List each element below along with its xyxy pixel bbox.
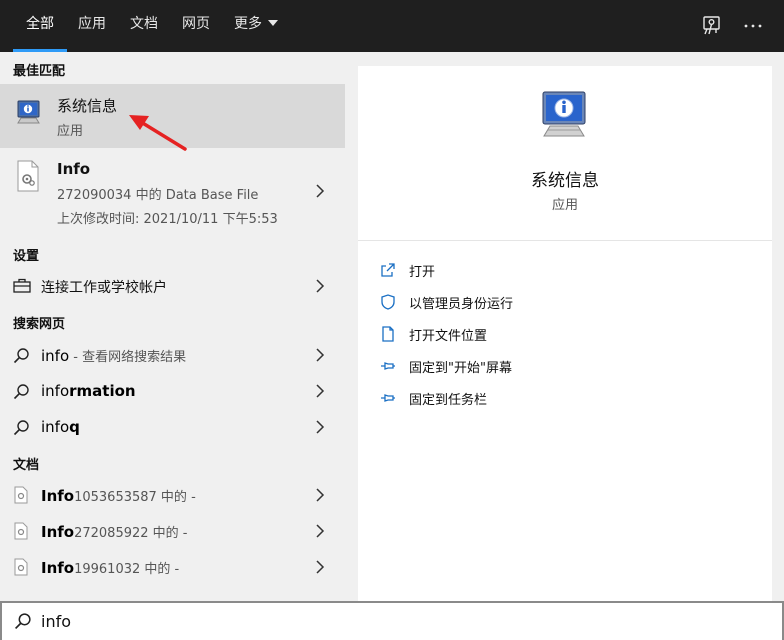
action-pin-to-start[interactable]: 固定到"开始"屏幕 xyxy=(380,356,540,376)
search-icon xyxy=(14,613,31,630)
settings-item[interactable]: 连接工作或学校帐户 xyxy=(0,270,345,302)
web-query: info xyxy=(41,382,70,400)
web-item[interactable]: infoq xyxy=(0,410,345,444)
chevron-right-icon[interactable] xyxy=(315,523,325,539)
file-gear-icon xyxy=(14,522,28,540)
chevron-right-icon[interactable] xyxy=(315,559,325,575)
action-label: 打开文件位置 xyxy=(409,329,488,344)
chevron-right-icon[interactable] xyxy=(315,183,325,199)
pin-icon xyxy=(381,394,395,402)
section-web: 搜索网页 xyxy=(13,317,66,332)
file-gear-icon xyxy=(14,558,28,576)
system-info-icon xyxy=(15,98,43,126)
result-modified: 上次修改时间: 2021/10/11 下午5:53 xyxy=(57,212,278,227)
more-options-icon[interactable] xyxy=(741,14,765,38)
divider xyxy=(358,240,772,241)
open-icon xyxy=(381,263,395,277)
detail-subtitle: 应用 xyxy=(551,198,578,213)
tab-all[interactable]: 全部 xyxy=(13,0,67,52)
search-icon xyxy=(13,384,29,400)
chevron-down-icon xyxy=(268,20,278,26)
tab-more[interactable]: 更多 xyxy=(234,0,278,52)
shield-icon xyxy=(381,294,395,310)
doc-item[interactable]: Info19961032 中的 - xyxy=(0,550,345,584)
top-bar: 全部 应用 文档 网页 更多 xyxy=(0,0,784,52)
result-title: 系统信息 xyxy=(57,97,118,115)
file-gear-icon xyxy=(14,486,28,504)
file-gear-icon xyxy=(15,160,41,192)
file-location-icon xyxy=(382,326,394,342)
web-item[interactable]: info - 查看网络搜索结果 xyxy=(0,338,345,372)
tab-apps[interactable]: 应用 xyxy=(78,0,106,52)
section-best-match: 最佳匹配 xyxy=(13,64,66,79)
result-type: 应用 xyxy=(57,124,84,139)
action-label: 打开 xyxy=(409,265,436,280)
doc-name: Info xyxy=(41,487,75,505)
chevron-right-icon[interactable] xyxy=(315,347,325,363)
action-run-as-admin[interactable]: 以管理员身份运行 xyxy=(380,292,540,312)
action-label: 固定到"开始"屏幕 xyxy=(409,361,512,376)
section-documents: 文档 xyxy=(13,458,40,473)
action-pin-to-taskbar[interactable]: 固定到任务栏 xyxy=(380,388,520,408)
search-input[interactable] xyxy=(41,609,641,633)
pin-icon xyxy=(381,362,395,370)
doc-location: 19961032 中的 - xyxy=(74,562,180,577)
web-query-completion: rmation xyxy=(69,382,136,400)
result-title: Info xyxy=(57,160,91,178)
web-hint: - 查看网络搜索结果 xyxy=(69,350,187,365)
web-query: info xyxy=(41,347,70,365)
doc-name: Info xyxy=(41,559,75,577)
tab-more-label: 更多 xyxy=(234,16,262,32)
search-bar xyxy=(0,601,784,640)
tab-web[interactable]: 网页 xyxy=(182,0,210,52)
system-info-large-icon xyxy=(540,90,590,140)
chevron-right-icon[interactable] xyxy=(315,487,325,503)
tab-documents[interactable]: 文档 xyxy=(130,0,158,52)
search-icon xyxy=(13,348,29,364)
chevron-right-icon[interactable] xyxy=(315,383,325,399)
action-label: 以管理员身份运行 xyxy=(409,297,514,312)
web-item[interactable]: information xyxy=(0,374,345,408)
feedback-icon[interactable] xyxy=(700,14,724,38)
action-open-file-location[interactable]: 打开文件位置 xyxy=(380,324,520,344)
search-icon xyxy=(13,420,29,436)
section-settings: 设置 xyxy=(13,249,40,264)
action-open[interactable]: 打开 xyxy=(380,260,500,280)
doc-location: 1053653587 中的 - xyxy=(74,490,196,505)
settings-item-label: 连接工作或学校帐户 xyxy=(41,280,167,296)
doc-item[interactable]: Info272085922 中的 - xyxy=(0,514,345,548)
web-query-completion: q xyxy=(69,418,80,436)
doc-name: Info xyxy=(41,523,75,541)
result-info-file[interactable]: Info 272090034 中的 Data Base File 上次修改时间:… xyxy=(0,148,345,234)
action-label: 固定到任务栏 xyxy=(409,393,488,408)
result-location: 272090034 中的 Data Base File xyxy=(57,188,259,203)
chevron-right-icon[interactable] xyxy=(315,419,325,435)
chevron-right-icon[interactable] xyxy=(315,278,325,294)
briefcase-icon xyxy=(13,278,31,294)
doc-location: 272085922 中的 - xyxy=(74,526,188,541)
detail-title: 系统信息 xyxy=(531,171,599,191)
detail-panel: 系统信息 应用 打开 以管理员身份运行 打开文件位置 固定到"开始"屏幕 固定到… xyxy=(358,66,772,601)
annotation-arrow-icon xyxy=(129,115,187,151)
doc-item[interactable]: Info1053653587 中的 - xyxy=(0,478,345,512)
web-query: info xyxy=(41,418,70,436)
